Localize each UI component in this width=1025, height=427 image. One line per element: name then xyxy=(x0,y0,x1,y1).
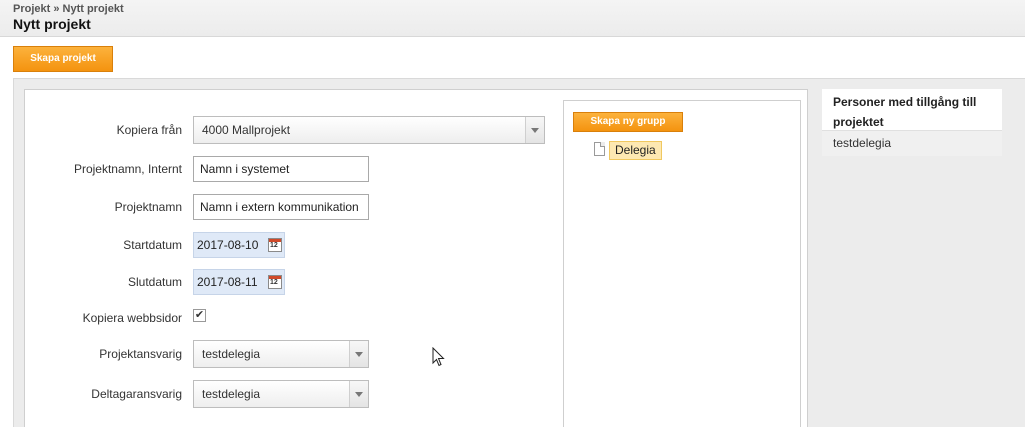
copy-from-value: 4000 Mallprojekt xyxy=(202,123,291,137)
access-user-item[interactable]: testdelegia xyxy=(822,130,1002,156)
access-header: Personer med tillgång till projektet xyxy=(822,89,1002,130)
end-date-input[interactable]: 2017-08-11 xyxy=(193,269,285,295)
project-name-input[interactable]: Namn i extern kommunikation xyxy=(193,194,369,220)
project-name-label: Projektnamn xyxy=(114,200,182,214)
create-project-button[interactable]: Skapa projekt xyxy=(13,46,113,72)
start-date-input[interactable]: 2017-08-10 xyxy=(193,232,285,258)
mouse-cursor-icon xyxy=(432,347,445,367)
project-owner-select[interactable]: testdelegia xyxy=(193,340,369,368)
end-date-label: Slutdatum xyxy=(127,275,182,289)
participant-owner-label: Deltagaransvarig xyxy=(91,387,182,401)
copy-web-label: Kopiera webbsidor xyxy=(82,311,182,325)
chevron-down-icon[interactable] xyxy=(349,341,368,367)
page-header: Projekt » Nytt projekt Nytt projekt xyxy=(0,0,1025,37)
chevron-down-icon[interactable] xyxy=(349,381,368,407)
participant-owner-value: testdelegia xyxy=(202,387,261,401)
chevron-down-icon[interactable] xyxy=(525,117,544,143)
copy-from-select[interactable]: 4000 Mallprojekt xyxy=(193,116,545,144)
internal-name-input[interactable]: Namn i systemet xyxy=(193,156,369,182)
document-icon xyxy=(594,142,605,156)
start-date-value: 2017-08-10 xyxy=(197,238,259,252)
page-title: Nytt projekt xyxy=(13,16,91,32)
start-date-label: Startdatum xyxy=(123,238,182,252)
create-group-button[interactable]: Skapa ny grupp xyxy=(573,112,683,132)
internal-name-label: Projektnamn, Internt xyxy=(73,162,182,176)
copy-web-checkbox[interactable]: ✔ xyxy=(193,309,206,322)
copy-from-label: Kopiera från xyxy=(116,123,182,137)
project-owner-value: testdelegia xyxy=(202,347,261,361)
access-panel: Personer med tillgång till projektet tes… xyxy=(822,89,1002,156)
group-tree-item[interactable]: Delegia xyxy=(609,141,662,160)
breadcrumb[interactable]: Projekt » Nytt projekt xyxy=(13,3,124,15)
calendar-icon[interactable] xyxy=(268,238,282,252)
project-owner-label: Projektansvarig xyxy=(99,347,182,361)
calendar-icon[interactable] xyxy=(268,275,282,289)
end-date-value: 2017-08-11 xyxy=(197,275,258,289)
participant-owner-select[interactable]: testdelegia xyxy=(193,380,369,408)
